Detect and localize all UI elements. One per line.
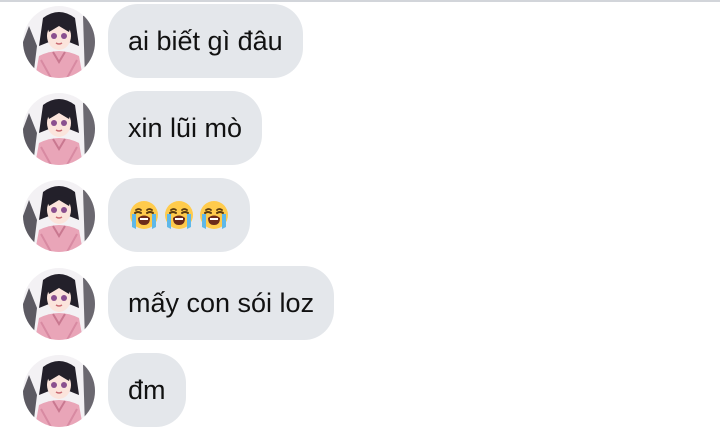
- message-text: đm: [128, 374, 166, 405]
- avatar-image: [23, 180, 95, 252]
- avatar[interactable]: [23, 180, 95, 252]
- message-text: mấy con sói loz: [128, 287, 315, 318]
- avatar-image: [23, 6, 95, 78]
- avatar-image: [23, 355, 95, 427]
- message-bubble[interactable]: ai biết gì đâu: [108, 4, 303, 78]
- message-row: mấy con sói loz: [0, 266, 720, 340]
- message-list: ai biết gì đâu xin lũi mò mấy con sói lo…: [0, 0, 720, 440]
- loudly-crying-face-icon: [198, 199, 230, 231]
- avatar[interactable]: [23, 355, 95, 427]
- avatar[interactable]: [23, 268, 95, 340]
- message-row: [0, 178, 720, 252]
- emoji-group: [128, 199, 230, 231]
- message-text: ai biết gì đâu: [128, 25, 283, 56]
- avatar-image: [23, 268, 95, 340]
- avatar-image: [23, 93, 95, 165]
- message-bubble[interactable]: xin lũi mò: [108, 91, 263, 165]
- message-bubble[interactable]: [108, 178, 250, 252]
- message-bubble[interactable]: mấy con sói loz: [108, 266, 335, 340]
- message-text: xin lũi mò: [128, 112, 243, 143]
- message-bubble[interactable]: đm: [108, 353, 186, 427]
- avatar[interactable]: [23, 6, 95, 78]
- loudly-crying-face-icon: [163, 199, 195, 231]
- message-row: ai biết gì đâu: [0, 4, 720, 78]
- message-row: đm: [0, 353, 720, 427]
- loudly-crying-face-icon: [128, 199, 160, 231]
- message-row: xin lũi mò: [0, 91, 720, 165]
- avatar[interactable]: [23, 93, 95, 165]
